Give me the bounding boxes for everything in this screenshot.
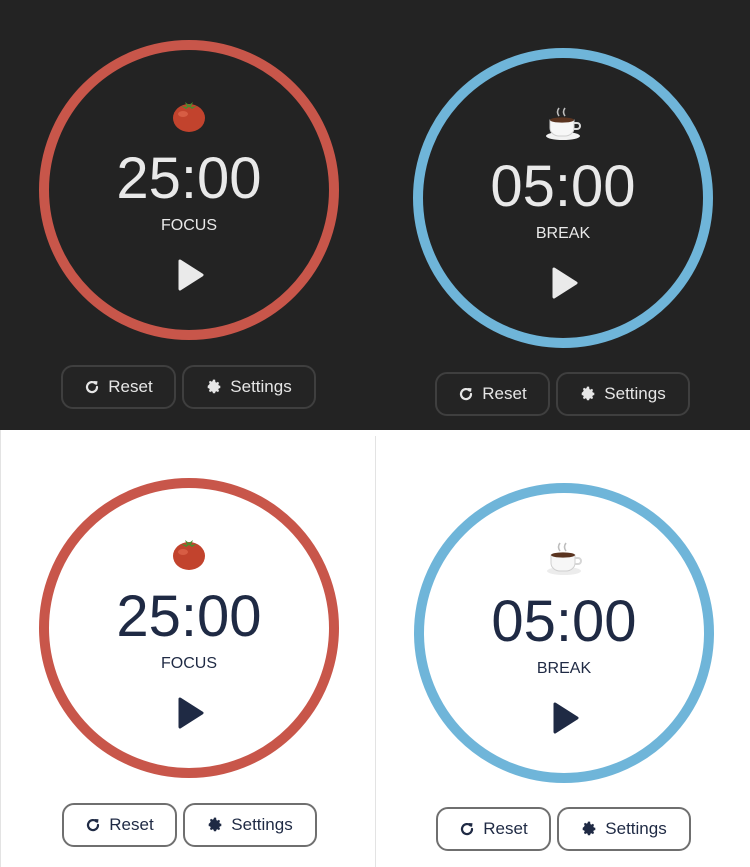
reset-button[interactable]: Reset (61, 365, 176, 409)
reset-label: Reset (109, 815, 154, 834)
timer-display: 25:00 (116, 584, 262, 649)
settings-button[interactable]: Settings (182, 365, 316, 409)
settings-label: Settings (605, 819, 667, 838)
timer-display: 05:00 (490, 154, 636, 219)
gear-icon (582, 821, 596, 836)
mode-label: BREAK (536, 660, 592, 677)
refresh-icon (461, 822, 474, 836)
mode-label: FOCUS (161, 217, 217, 234)
reset-button[interactable]: Reset (436, 807, 551, 851)
break-timer-light: 05:00 BREAK Reset Settings (375, 430, 750, 867)
reset-button[interactable]: Reset (62, 803, 177, 847)
settings-button[interactable]: Settings (183, 803, 317, 847)
refresh-icon (460, 387, 473, 401)
play-icon[interactable] (172, 258, 206, 292)
break-progress-ring: 05:00 BREAK (413, 48, 713, 348)
settings-label: Settings (604, 384, 666, 403)
settings-button[interactable]: Settings (557, 807, 691, 851)
tomato-icon (49, 98, 329, 134)
refresh-icon (86, 380, 99, 394)
timer-display: 25:00 (116, 146, 262, 211)
settings-button[interactable]: Settings (556, 372, 690, 416)
settings-label: Settings (231, 815, 293, 834)
gear-icon (207, 379, 221, 394)
play-icon[interactable] (547, 701, 581, 735)
tomato-icon (49, 536, 329, 572)
mode-label: FOCUS (161, 655, 217, 672)
gear-icon (208, 817, 222, 832)
play-icon[interactable] (172, 696, 206, 730)
focus-timer-light: 25:00 FOCUS Reset Settings (0, 430, 375, 867)
settings-label: Settings (230, 377, 292, 396)
play-icon[interactable] (546, 266, 580, 300)
focus-progress-ring: 25:00 FOCUS (39, 40, 339, 340)
dark-theme-panel: 25:00 FOCUS Reset Settings 05:00 BREAK R… (0, 0, 750, 430)
focus-progress-ring: 25:00 FOCUS (39, 478, 339, 778)
focus-timer-dark: 25:00 FOCUS Reset Settings (0, 0, 375, 430)
timer-display: 05:00 (491, 589, 637, 654)
break-progress-ring: 05:00 BREAK (414, 483, 714, 783)
reset-label: Reset (483, 819, 528, 838)
reset-button[interactable]: Reset (435, 372, 550, 416)
break-timer-dark: 05:00 BREAK Reset Settings (375, 0, 750, 430)
gear-icon (581, 386, 595, 401)
reset-label: Reset (108, 377, 153, 396)
coffee-cup-icon (424, 541, 704, 577)
reset-label: Reset (482, 384, 527, 403)
light-theme-panel: 25:00 FOCUS Reset Settings 05:00 BREAK R… (0, 430, 750, 867)
refresh-icon (87, 818, 100, 832)
mode-label: BREAK (535, 225, 591, 242)
coffee-cup-icon (423, 106, 703, 142)
